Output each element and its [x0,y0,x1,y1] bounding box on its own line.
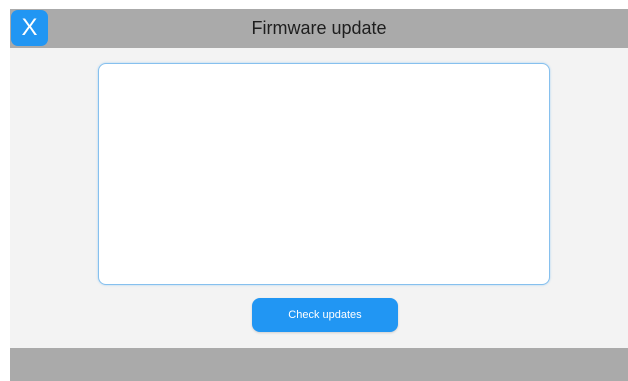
close-icon: X [21,14,38,41]
window-title: Firmware update [251,18,387,38]
check-updates-button[interactable]: Check updates [252,298,398,332]
update-log-area [98,63,550,285]
firmware-update-window: Firmware update X Check updates [10,9,628,381]
title-bar: Firmware update X [10,9,628,48]
footer-bar [10,348,628,381]
close-button[interactable]: X [11,10,48,46]
